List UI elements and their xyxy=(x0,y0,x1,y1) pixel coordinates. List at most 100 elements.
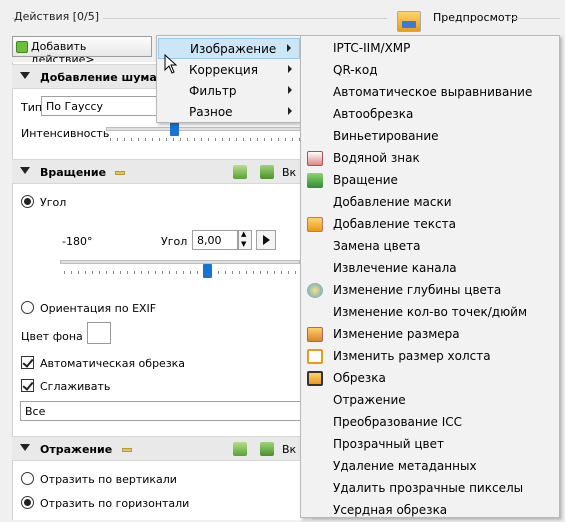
move-down-icon[interactable] xyxy=(260,165,274,179)
menu-item-label: Разное xyxy=(189,105,233,119)
menu-item-image[interactable]: Изображение xyxy=(158,38,300,59)
submenu-item-label: Извлечение канала xyxy=(333,261,457,275)
auto-crop-label: Автоматическая обрезка xyxy=(40,357,186,370)
angle-radio[interactable] xyxy=(21,195,34,208)
bg-color-picker[interactable] xyxy=(87,322,111,344)
submenu-item-label: Виньетирование xyxy=(333,129,439,143)
smooth-checkbox[interactable] xyxy=(21,379,34,392)
submenu-item-qr[interactable]: QR-код xyxy=(302,60,558,82)
submenu-item-iptc[interactable]: IPTC-IIM/XMP xyxy=(302,38,558,60)
submenu-item-canvas-size[interactable]: Изменить размер холста xyxy=(302,346,558,368)
submenu-item-label: Вращение xyxy=(333,173,398,187)
play-icon[interactable] xyxy=(256,230,276,250)
rotation-enable-label[interactable]: Вк xyxy=(282,166,296,179)
submenu-item-replace-color[interactable]: Замена цвета xyxy=(302,236,558,258)
mouse-cursor-icon xyxy=(164,54,178,74)
mirror-section-title: Отражение xyxy=(40,443,113,456)
submenu-item-rotate[interactable]: Вращение xyxy=(302,170,558,192)
flip-horizontal-radio[interactable] xyxy=(21,496,34,509)
submenu-arrow-icon xyxy=(288,86,292,94)
intensity-slider-track[interactable] xyxy=(106,127,302,131)
crop-icon xyxy=(307,371,323,386)
angle-slider-track[interactable] xyxy=(60,260,300,264)
resize-icon xyxy=(307,327,323,342)
mirror-section-header[interactable]: Отражение Вк xyxy=(12,436,312,461)
submenu-item-autocrop[interactable]: Автообрезка xyxy=(302,104,558,126)
collapse-arrow-icon[interactable] xyxy=(20,72,30,79)
submenu-item-add-mask[interactable]: Добавление маски xyxy=(302,192,558,214)
submenu-item-icc[interactable]: Преобразование ICC xyxy=(302,412,558,434)
angle-field-label: Угол xyxy=(161,235,188,248)
submenu-item-label: Удалить прозрачные пикселы xyxy=(333,481,524,495)
submenu-arrow-icon xyxy=(287,44,291,52)
menu-item-correction[interactable]: Коррекция xyxy=(158,60,300,81)
section-color-marker xyxy=(122,448,132,452)
submenu-arrow-icon xyxy=(288,107,292,115)
submenu-item-label: IPTC-IIM/XMP xyxy=(333,41,411,55)
menu-item-misc[interactable]: Разное xyxy=(158,102,300,123)
menu-item-filter[interactable]: Фильтр xyxy=(158,81,300,102)
add-action-button[interactable]: Добавить действие> xyxy=(12,36,152,66)
submenu-item-transparent-color[interactable]: Прозрачный цвет xyxy=(302,434,558,456)
intensity-slider-ticks xyxy=(110,138,300,141)
submenu-item-crop[interactable]: Обрезка xyxy=(302,368,558,390)
submenu-item-label: Преобразование ICC xyxy=(333,415,463,429)
submenu-item-label: Замена цвета xyxy=(333,239,421,253)
angle-value: 8,00 xyxy=(197,234,222,247)
mirror-enable-label[interactable]: Вк xyxy=(282,443,296,456)
rotation-section-header[interactable]: Вращение Вк xyxy=(12,159,312,184)
submenu-item-label: Изменение глубины цвета xyxy=(333,283,502,297)
apply-scope-select[interactable]: Все xyxy=(20,401,302,421)
rotate-icon xyxy=(307,173,323,188)
angle-slider-ticks xyxy=(64,271,300,274)
flip-vertical-label: Отразить по вертикали xyxy=(40,473,177,486)
section-color-marker xyxy=(115,171,125,175)
submenu-item-resize[interactable]: Изменение размера xyxy=(302,324,558,346)
collapse-arrow-icon[interactable] xyxy=(20,444,30,451)
submenu-item-mirror[interactable]: Отражение xyxy=(302,390,558,412)
submenu-item-color-depth[interactable]: Изменение глубины цвета xyxy=(302,280,558,302)
exif-radio[interactable] xyxy=(21,301,34,314)
move-down-icon[interactable] xyxy=(260,442,274,456)
move-up-icon[interactable] xyxy=(233,442,247,456)
submenu-item-vignette[interactable]: Виньетирование xyxy=(302,126,558,148)
preview-icon[interactable] xyxy=(397,11,421,32)
flip-vertical-radio[interactable] xyxy=(21,472,34,485)
submenu-item-auto-align[interactable]: Автоматическое выравнивание xyxy=(302,82,558,104)
angle-radio-label: Угол xyxy=(40,196,67,209)
submenu-item-label: Удаление метаданных xyxy=(333,459,477,473)
preview-group-line xyxy=(510,18,560,19)
submenu-item-label: Добавление маски xyxy=(333,195,452,209)
angle-slider-thumb[interactable] xyxy=(203,264,212,278)
submenu-item-remove-metadata[interactable]: Удаление метаданных xyxy=(302,456,558,478)
bg-color-label: Цвет фона xyxy=(21,330,83,343)
submenu-item-watermark[interactable]: Водяной знак xyxy=(302,148,558,170)
add-action-icon xyxy=(16,41,28,53)
angle-spinner[interactable] xyxy=(238,230,252,250)
submenu-item-extract-channel[interactable]: Извлечение канала xyxy=(302,258,558,280)
submenu-item-label: Добавление текста xyxy=(333,217,456,231)
submenu-item-label: Изменение размера xyxy=(333,327,460,341)
noise-type-select[interactable]: По Гауссу xyxy=(41,96,161,116)
noise-type-label: Тип xyxy=(21,101,43,114)
angle-input[interactable]: 8,00 xyxy=(192,230,238,250)
submenu-item-label: Обрезка xyxy=(333,371,386,385)
intensity-slider-thumb[interactable] xyxy=(170,122,179,136)
canvas-size-icon xyxy=(307,349,323,364)
submenu-item-smart-crop[interactable]: Усердная обрезка xyxy=(302,500,558,522)
move-up-icon[interactable] xyxy=(233,165,247,179)
submenu-item-label: Усердная обрезка xyxy=(333,503,448,517)
angle-min-label: -180° xyxy=(62,235,93,248)
color-depth-icon xyxy=(307,283,323,298)
submenu-arrow-icon xyxy=(288,65,292,73)
add-text-icon xyxy=(307,217,323,232)
flip-horizontal-label: Отразить по горизонтали xyxy=(40,497,190,510)
collapse-arrow-icon[interactable] xyxy=(20,167,30,174)
preview-label: Предпросмотр xyxy=(433,11,518,24)
submenu-item-dpi[interactable]: Изменение кол-во точек/дюйм xyxy=(302,302,558,324)
menu-item-label: Фильтр xyxy=(189,84,237,98)
submenu-item-remove-transparent[interactable]: Удалить прозрачные пикселы xyxy=(302,478,558,500)
submenu-item-add-text[interactable]: Добавление текста xyxy=(302,214,558,236)
auto-crop-checkbox[interactable] xyxy=(21,356,34,369)
smooth-label: Сглаживать xyxy=(40,380,111,393)
